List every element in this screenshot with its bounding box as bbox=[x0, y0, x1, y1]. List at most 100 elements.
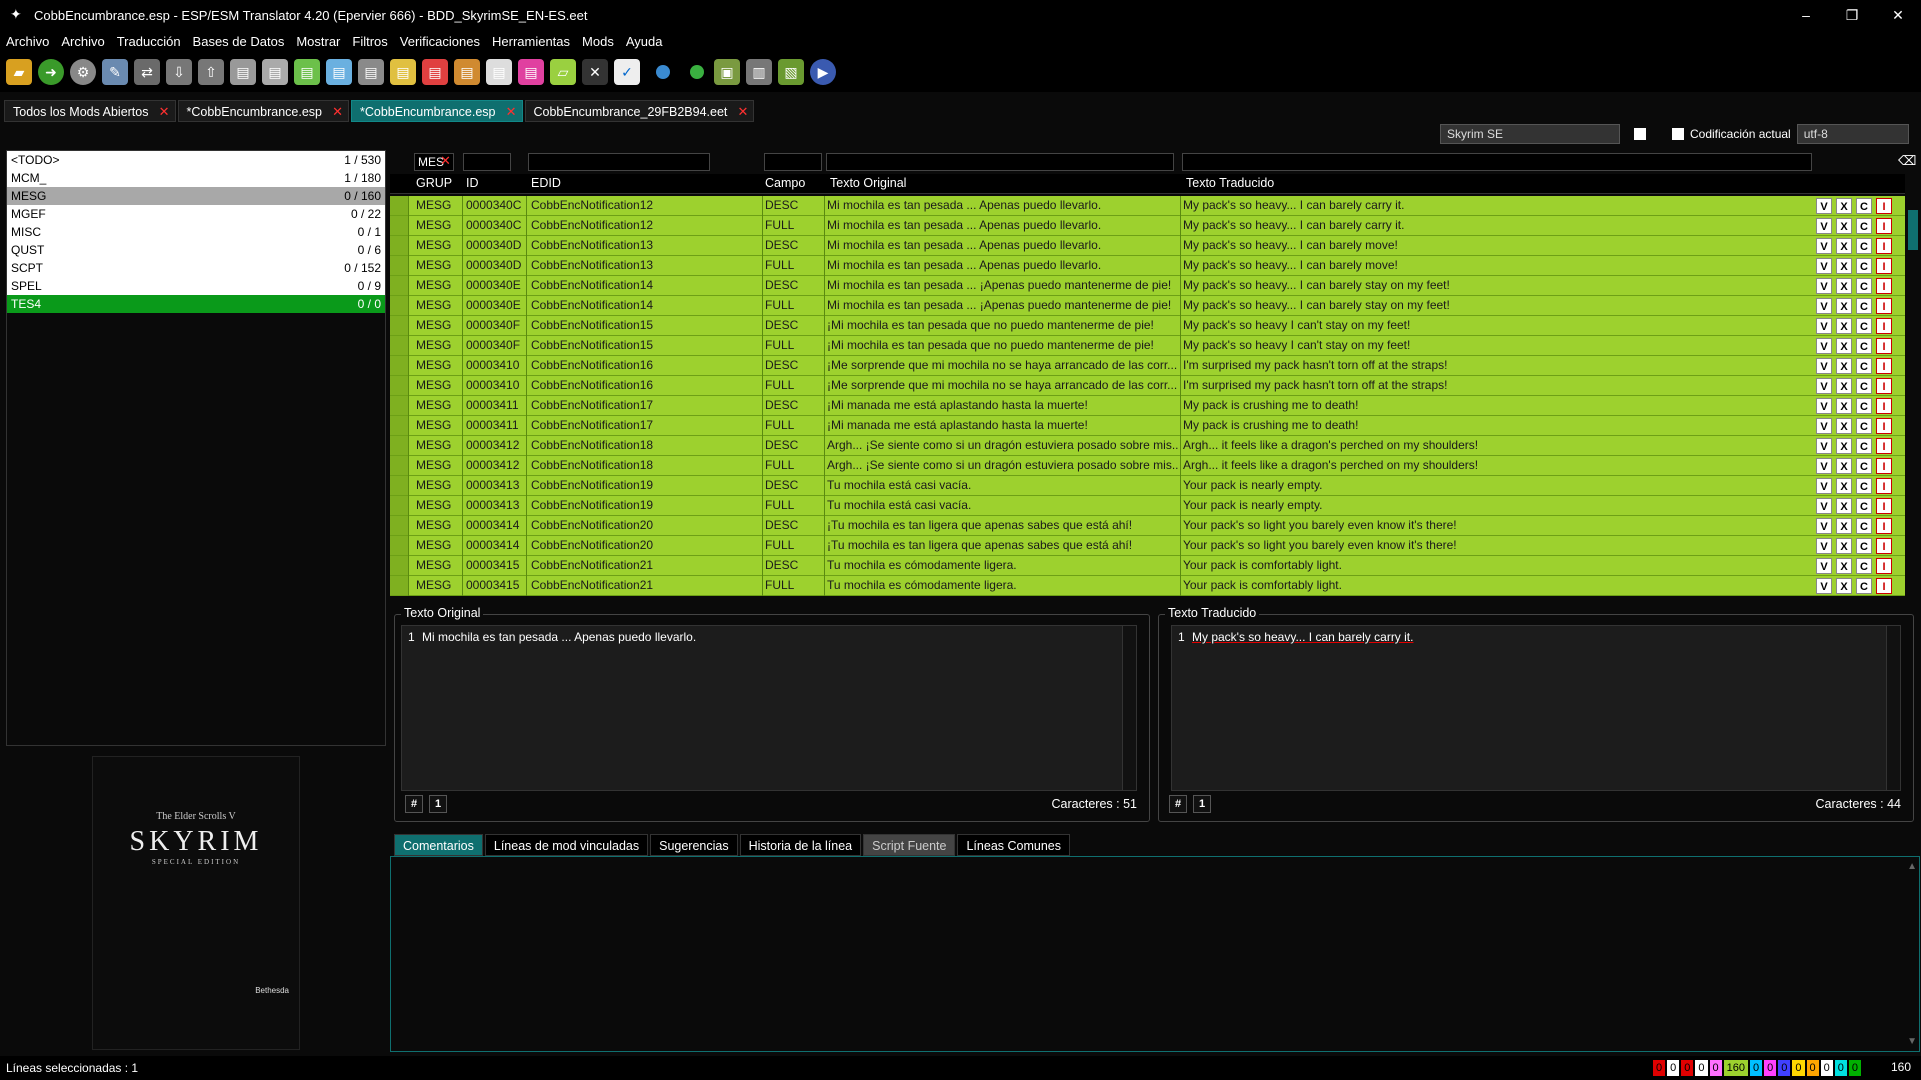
table-row[interactable]: MESG 00003415 CobbEncNotification21 FULL Tu … bbox=[390, 576, 1905, 596]
close-button[interactable]: ✕ bbox=[1875, 0, 1921, 30]
table-row[interactable]: MESG 00003415 CobbEncNotification21 DESC Tu … bbox=[390, 556, 1905, 576]
row-i-button[interactable]: I bbox=[1876, 458, 1892, 474]
row-selector[interactable] bbox=[390, 276, 408, 295]
row-v-button[interactable]: V bbox=[1816, 498, 1832, 514]
table-row[interactable]: MESG 00003412 CobbEncNotification18 FULL Arg… bbox=[390, 456, 1905, 476]
row-selector[interactable] bbox=[390, 376, 408, 395]
col-campo[interactable]: Campo bbox=[765, 176, 805, 190]
col-texto-traducido[interactable]: Texto Traducido bbox=[1186, 176, 1274, 190]
import-icon[interactable]: ⇩ bbox=[166, 59, 192, 85]
row-selector[interactable] bbox=[390, 356, 408, 375]
row-i-button[interactable]: I bbox=[1876, 238, 1892, 254]
game-select[interactable]: Skyrim SE bbox=[1440, 124, 1620, 144]
row-x-button[interactable]: X bbox=[1836, 498, 1852, 514]
package-icon[interactable]: ▣ bbox=[714, 59, 740, 85]
menu-archivo[interactable]: Archivo bbox=[6, 34, 49, 49]
row-v-button[interactable]: V bbox=[1816, 558, 1832, 574]
col-edid[interactable]: EDID bbox=[531, 176, 561, 190]
table-row[interactable]: MESG 0000340F CobbEncNotification15 FULL ¡Mi… bbox=[390, 336, 1905, 356]
open-folder-icon[interactable]: ▰ bbox=[6, 59, 32, 85]
row-i-button[interactable]: I bbox=[1876, 198, 1892, 214]
database-gray-icon[interactable]: ▤ bbox=[358, 59, 384, 85]
row-c-button[interactable]: C bbox=[1856, 218, 1872, 234]
row-x-button[interactable]: X bbox=[1836, 318, 1852, 334]
table-row[interactable]: MESG 00003410 CobbEncNotification16 FULL ¡Me… bbox=[390, 376, 1905, 396]
row-x-button[interactable]: X bbox=[1836, 298, 1852, 314]
row-x-button[interactable]: X bbox=[1836, 358, 1852, 374]
row-v-button[interactable]: V bbox=[1816, 338, 1832, 354]
grid-scrollbar[interactable] bbox=[1906, 196, 1920, 596]
bottom-tab[interactable]: Historia de la línea bbox=[739, 834, 862, 856]
clear-filter-icon[interactable]: ✕ bbox=[440, 153, 451, 169]
row-v-button[interactable]: V bbox=[1816, 358, 1832, 374]
orig-filter-input[interactable] bbox=[826, 153, 1174, 171]
row-x-button[interactable]: X bbox=[1836, 478, 1852, 494]
encoding-select[interactable]: utf-8 bbox=[1796, 124, 1909, 144]
row-v-button[interactable]: V bbox=[1816, 398, 1832, 414]
row-selector[interactable] bbox=[390, 436, 408, 455]
row-c-button[interactable]: C bbox=[1856, 278, 1872, 294]
row-v-button[interactable]: V bbox=[1816, 218, 1832, 234]
row-selector[interactable] bbox=[390, 296, 408, 315]
row-selector[interactable] bbox=[390, 336, 408, 355]
record-type-item[interactable]: MCM_ 1 / 180 bbox=[7, 169, 385, 187]
row-x-button[interactable]: X bbox=[1836, 438, 1852, 454]
menu-mostrar[interactable]: Mostrar bbox=[296, 34, 340, 49]
row-c-button[interactable]: C bbox=[1856, 358, 1872, 374]
table-row[interactable]: MESG 0000340C CobbEncNotification12 FULL Mi … bbox=[390, 216, 1905, 236]
row-x-button[interactable]: X bbox=[1836, 518, 1852, 534]
encoding-checkbox[interactable] bbox=[1672, 128, 1684, 140]
record-type-item[interactable]: MGEF 0 / 22 bbox=[7, 205, 385, 223]
row-v-button[interactable]: V bbox=[1816, 518, 1832, 534]
row-i-button[interactable]: I bbox=[1876, 298, 1892, 314]
row-x-button[interactable]: X bbox=[1836, 418, 1852, 434]
table-row[interactable]: MESG 00003413 CobbEncNotification19 DESC Tu … bbox=[390, 476, 1905, 496]
row-v-button[interactable]: V bbox=[1816, 258, 1832, 274]
gear-icon[interactable]: ⚙ bbox=[70, 59, 96, 85]
row-i-button[interactable]: I bbox=[1876, 398, 1892, 414]
record-type-item[interactable]: QUST 0 / 6 bbox=[7, 241, 385, 259]
database-pink-icon[interactable]: ▤ bbox=[518, 59, 544, 85]
record-type-item[interactable]: SPEL 0 / 9 bbox=[7, 277, 385, 295]
bottom-tab[interactable]: Sugerencias bbox=[650, 834, 738, 856]
row-c-button[interactable]: C bbox=[1856, 198, 1872, 214]
id-filter-input[interactable] bbox=[463, 153, 511, 171]
edid-filter-input[interactable] bbox=[528, 153, 710, 171]
row-c-button[interactable]: C bbox=[1856, 498, 1872, 514]
minimize-button[interactable]: – bbox=[1783, 0, 1829, 30]
row-x-button[interactable]: X bbox=[1836, 198, 1852, 214]
row-x-button[interactable]: X bbox=[1836, 238, 1852, 254]
col-texto-original[interactable]: Texto Original bbox=[830, 176, 906, 190]
row-i-button[interactable]: I bbox=[1876, 438, 1892, 454]
eraser-icon[interactable]: ⌫ bbox=[1898, 153, 1916, 169]
row-c-button[interactable]: C bbox=[1856, 438, 1872, 454]
bottom-tab[interactable]: Script Fuente bbox=[863, 834, 956, 856]
row-i-button[interactable]: I bbox=[1876, 518, 1892, 534]
row-c-button[interactable]: C bbox=[1856, 378, 1872, 394]
row-selector[interactable] bbox=[390, 496, 408, 515]
row-v-button[interactable]: V bbox=[1816, 438, 1832, 454]
record-type-item[interactable]: MESG 0 / 160 bbox=[7, 187, 385, 205]
row-selector[interactable] bbox=[390, 516, 408, 535]
row-selector[interactable] bbox=[390, 236, 408, 255]
row-v-button[interactable]: V bbox=[1816, 278, 1832, 294]
original-text-editor[interactable]: 1 Mi mochila es tan pesada ... Apenas pu… bbox=[401, 625, 1137, 791]
menu-mods[interactable]: Mods bbox=[582, 34, 614, 49]
row-v-button[interactable]: V bbox=[1816, 318, 1832, 334]
row-v-button[interactable]: V bbox=[1816, 238, 1832, 254]
bottom-tab[interactable]: Comentarios bbox=[394, 834, 483, 856]
row-c-button[interactable]: C bbox=[1856, 518, 1872, 534]
row-selector[interactable] bbox=[390, 476, 408, 495]
table-row[interactable]: MESG 00003411 CobbEncNotification17 DESC ¡Mi… bbox=[390, 396, 1905, 416]
table-row[interactable]: MESG 0000340E CobbEncNotification14 FULL Mi … bbox=[390, 296, 1905, 316]
database-orange-icon[interactable]: ▤ bbox=[454, 59, 480, 85]
bottom-tab[interactable]: Líneas de mod vinculadas bbox=[484, 834, 649, 856]
row-selector[interactable] bbox=[390, 456, 408, 475]
table-row[interactable]: MESG 0000340C CobbEncNotification12 DESC Mi … bbox=[390, 196, 1905, 216]
row-selector[interactable] bbox=[390, 556, 408, 575]
row-x-button[interactable]: X bbox=[1836, 278, 1852, 294]
menu-verificaciones[interactable]: Verificaciones bbox=[400, 34, 480, 49]
restore-button[interactable]: ❐ bbox=[1829, 0, 1875, 30]
row-v-button[interactable]: V bbox=[1816, 298, 1832, 314]
row-selector[interactable] bbox=[390, 396, 408, 415]
